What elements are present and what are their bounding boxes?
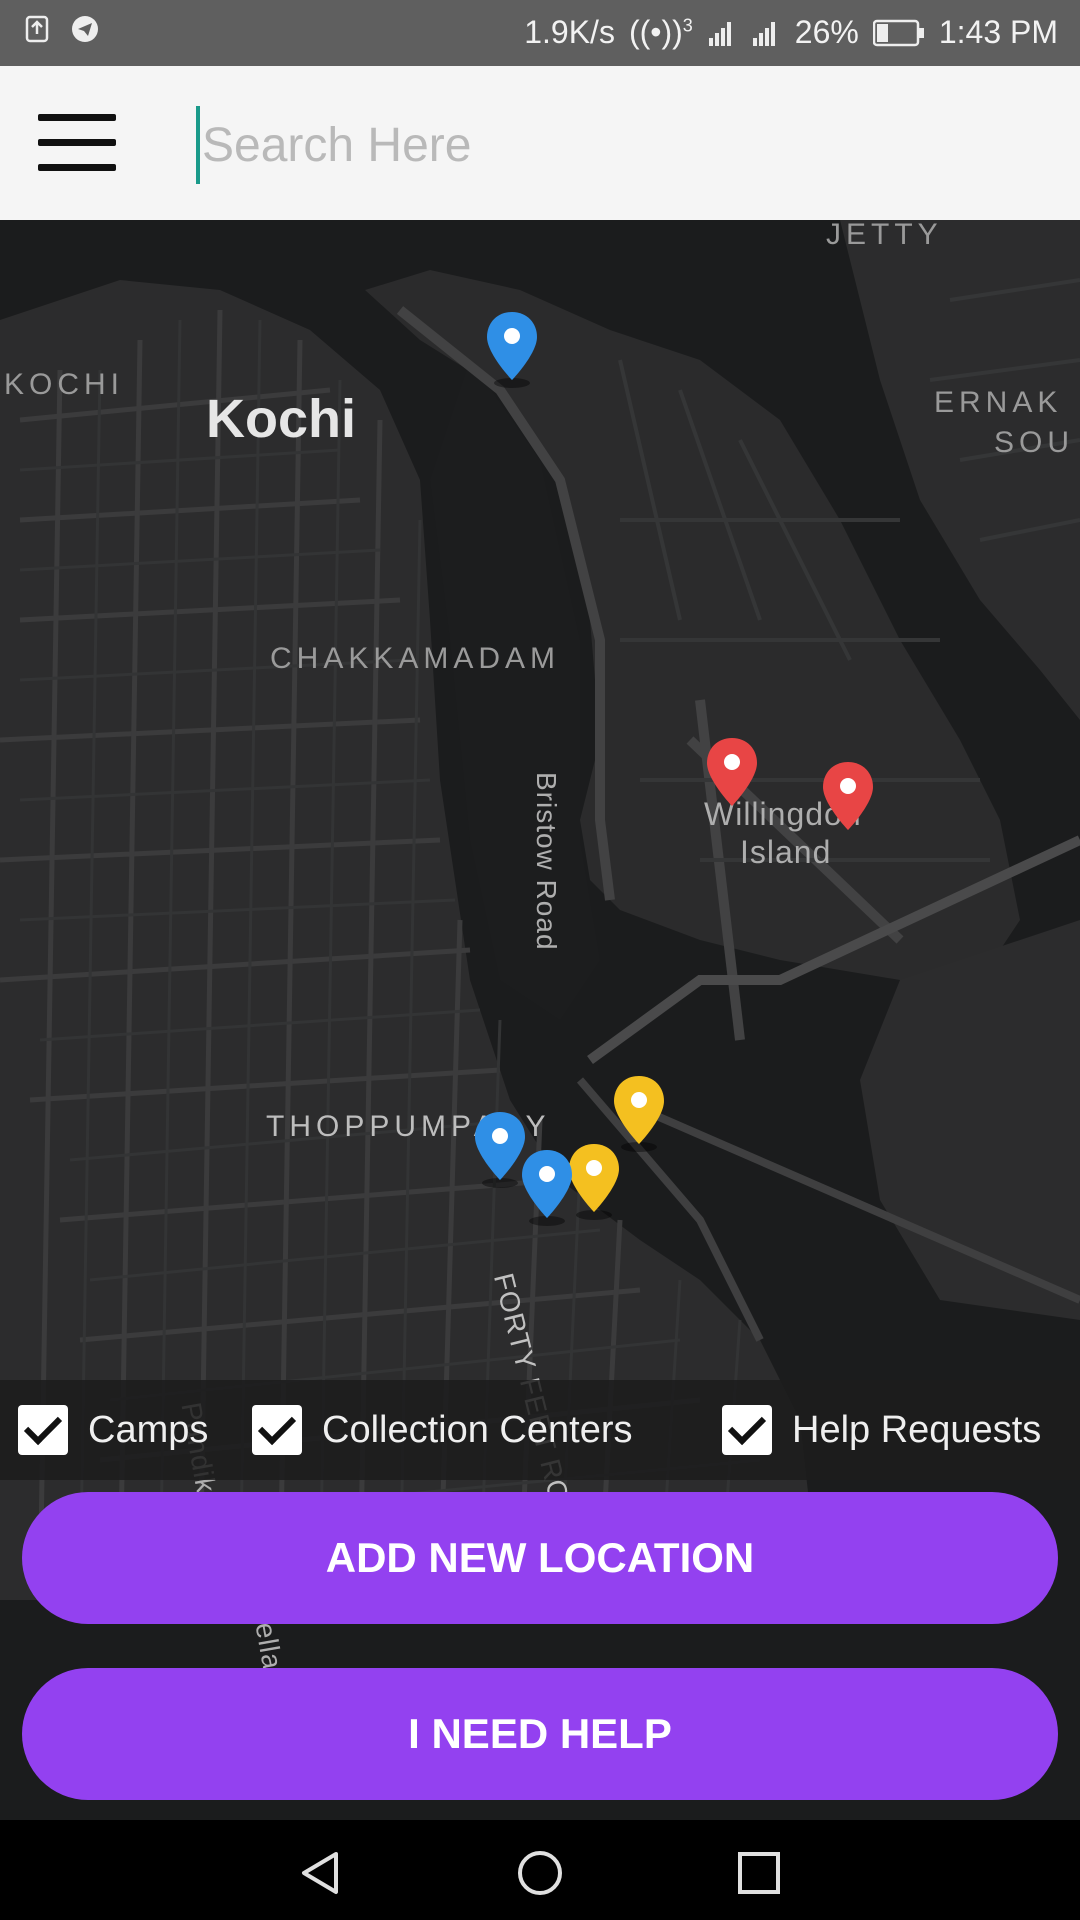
i-need-help-button[interactable]: I NEED HELP — [22, 1668, 1058, 1800]
help-requests-filter-label: Help Requests — [792, 1408, 1042, 1451]
search-input[interactable] — [196, 106, 1044, 184]
collection-centers-filter-label: Collection Centers — [322, 1408, 633, 1451]
map-label-ernakulam-south: SOU — [994, 426, 1075, 459]
status-bar: 1.9K/s ((•))3 26% 1:43 PM — [0, 0, 1080, 66]
map-label-kochi: Kochi — [206, 389, 357, 449]
hotspot-icon: ((•))3 — [628, 14, 693, 50]
help-requests-filter-checkbox[interactable]: Help Requests — [722, 1402, 1041, 1458]
upload-notification-icon — [25, 15, 49, 43]
checkbox-checked-icon — [18, 1405, 68, 1455]
map-label-jetty: JETTY — [826, 220, 943, 251]
battery-icon — [872, 19, 924, 46]
camp-pin[interactable] — [519, 1148, 575, 1226]
map-label-bristow-road: Bristow Road — [531, 772, 562, 951]
map-label-chakkamadam: CHAKKAMADAM — [270, 642, 561, 675]
recent-apps-icon[interactable] — [734, 1848, 784, 1898]
camps-filter-checkbox[interactable]: Camps — [18, 1402, 208, 1458]
map-label-ernakulam: ERNAK — [934, 386, 1063, 419]
telegram-notification-icon — [72, 16, 98, 42]
hotspot-count: 3 — [682, 15, 693, 36]
app-bar — [0, 66, 1080, 220]
network-speed: 1.9K/s — [524, 14, 615, 50]
checkbox-checked-icon — [252, 1405, 302, 1455]
battery-percent: 26% — [794, 14, 859, 50]
map-label-kochi-region: KOCHI — [4, 368, 125, 401]
help-request-pin[interactable] — [820, 760, 876, 838]
collection-centers-filter-checkbox[interactable]: Collection Centers — [252, 1402, 632, 1458]
help-request-pin[interactable] — [704, 736, 760, 814]
clock: 1:43 PM — [938, 14, 1058, 50]
collection-center-pin[interactable] — [611, 1074, 667, 1152]
add-new-location-button[interactable]: ADD NEW LOCATION — [22, 1492, 1058, 1624]
back-icon[interactable] — [296, 1848, 346, 1898]
home-icon[interactable] — [515, 1848, 565, 1898]
hamburger-menu-icon[interactable] — [38, 114, 118, 172]
signal-icon — [708, 21, 731, 46]
map-label-island: Island — [740, 834, 832, 870]
signal-4g-icon — [752, 21, 775, 46]
system-navigation-bar — [0, 1820, 1080, 1920]
camp-pin[interactable] — [484, 310, 540, 388]
checkbox-checked-icon — [722, 1405, 772, 1455]
map-filter-bar: Camps Collection Centers Help Requests — [0, 1380, 1080, 1480]
camps-filter-label: Camps — [88, 1408, 209, 1451]
